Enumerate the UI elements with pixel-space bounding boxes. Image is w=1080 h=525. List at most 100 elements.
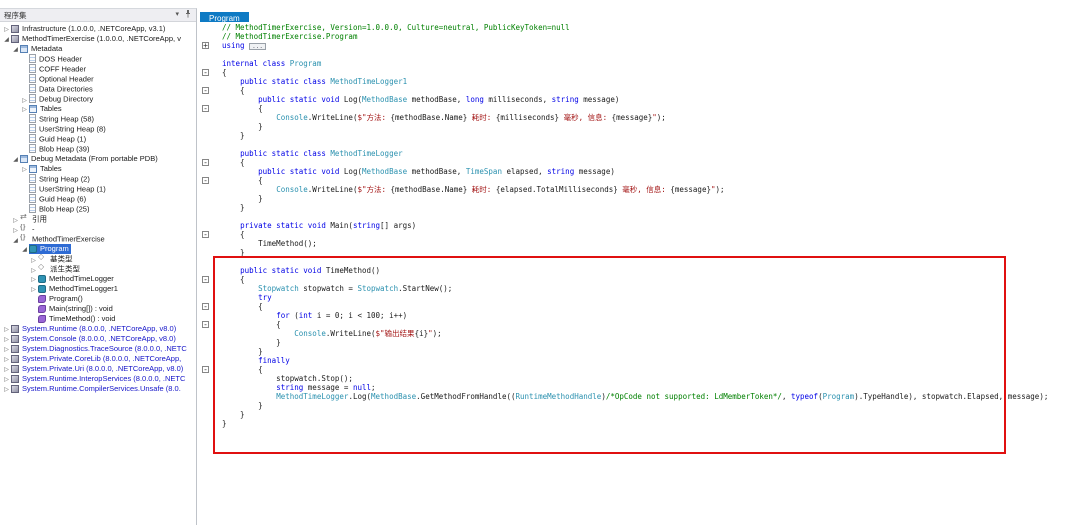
code-line[interactable]: // MethodTimerExercise, Version=1.0.0.0,…	[197, 23, 1080, 32]
code-line[interactable]	[197, 140, 1080, 149]
tree-item[interactable]: ◢Metadata	[0, 44, 196, 54]
code-line[interactable]: try	[197, 293, 1080, 302]
expand-icon[interactable]: ▷	[20, 105, 29, 114]
tree-item[interactable]: Guid Heap (1)	[0, 134, 196, 144]
tree-item[interactable]: ▷System.Private.Uri (8.0.0.0, .NETCoreAp…	[0, 364, 196, 374]
tree-item[interactable]: Guid Heap (6)	[0, 194, 196, 204]
code-line[interactable]: - {	[197, 320, 1080, 329]
expand-icon[interactable]: ▷	[29, 285, 38, 294]
code-line[interactable]: public static void Log(MethodBase method…	[197, 95, 1080, 104]
fold-collapse-icon[interactable]: -	[202, 69, 209, 76]
expand-icon[interactable]: ▷	[11, 216, 20, 225]
code-line[interactable]: - {	[197, 104, 1080, 113]
expand-icon[interactable]: ▷	[2, 25, 11, 34]
code-line[interactable]	[197, 257, 1080, 266]
tree-item[interactable]: ▷System.Diagnostics.TraceSource (8.0.0.0…	[0, 344, 196, 354]
collapse-icon[interactable]: ◢	[11, 236, 20, 245]
expand-icon[interactable]: ▷	[20, 96, 29, 105]
code-line[interactable]: - {	[197, 275, 1080, 284]
expand-icon[interactable]: ▷	[2, 345, 11, 354]
tree-item[interactable]: ◢MethodTimerExercise (1.0.0.0, .NETCoreA…	[0, 34, 196, 44]
tree-item[interactable]: ▷派生类型	[0, 264, 196, 274]
fold-collapse-icon[interactable]: -	[202, 159, 209, 166]
code-line[interactable]: +using ...	[197, 41, 1080, 50]
code-line[interactable]: }	[197, 338, 1080, 347]
collapse-icon[interactable]: ◢	[2, 35, 11, 44]
code-line[interactable]: }	[197, 248, 1080, 257]
tree-item[interactable]: ▷Debug Directory	[0, 94, 196, 104]
fold-expand-icon[interactable]: +	[202, 42, 209, 49]
tree-item[interactable]: Main(string[]) : void	[0, 304, 196, 314]
expand-icon[interactable]: ▷	[29, 266, 38, 275]
code-line[interactable]: MethodTimeLogger.Log(MethodBase.GetMetho…	[197, 392, 1080, 401]
fold-collapse-icon[interactable]: -	[202, 321, 209, 328]
code-line[interactable]	[197, 50, 1080, 59]
tree-item[interactable]: ▷System.Runtime.CompilerServices.Unsafe …	[0, 384, 196, 394]
expand-icon[interactable]: ▷	[29, 275, 38, 284]
fold-collapse-icon[interactable]: -	[202, 231, 209, 238]
tree-item[interactable]: ▷Tables	[0, 164, 196, 174]
tree-item[interactable]: ▷引用	[0, 214, 196, 224]
code-line[interactable]: }	[197, 194, 1080, 203]
tree-item[interactable]: ▷System.Private.CoreLib (8.0.0.0, .NETCo…	[0, 354, 196, 364]
collapsed-region-box[interactable]: ...	[249, 43, 266, 50]
tree-item[interactable]: TimeMethod() : void	[0, 314, 196, 324]
code-line[interactable]: stopwatch.Stop();	[197, 374, 1080, 383]
code-line[interactable]: - {	[197, 302, 1080, 311]
tree-item[interactable]: ◢Debug Metadata (From portable PDB)	[0, 154, 196, 164]
collapse-icon[interactable]: ◢	[20, 245, 29, 254]
code-line[interactable]: - {	[197, 230, 1080, 239]
tree-item[interactable]: ▷System.Console (8.0.0.0, .NETCoreApp, v…	[0, 334, 196, 344]
code-line[interactable]: -{	[197, 68, 1080, 77]
tree-item[interactable]: ▷Tables	[0, 104, 196, 114]
code-line[interactable]: public static class MethodTimeLogger	[197, 149, 1080, 158]
tree-item[interactable]: ▷MethodTimeLogger1	[0, 284, 196, 294]
code-line[interactable]: }	[197, 122, 1080, 131]
expand-icon[interactable]: ▷	[2, 375, 11, 384]
expand-icon[interactable]: ▷	[2, 325, 11, 334]
code-line[interactable]: - {	[197, 158, 1080, 167]
tree-item[interactable]: String Heap (58)	[0, 114, 196, 124]
code-line[interactable]: string message = null;	[197, 383, 1080, 392]
code-line[interactable]: }	[197, 203, 1080, 212]
tree-item[interactable]: UserString Heap (8)	[0, 124, 196, 134]
tree-item[interactable]: ▷System.Runtime (8.0.0.0, .NETCoreApp, v…	[0, 324, 196, 334]
expand-icon[interactable]: ▷	[20, 165, 29, 174]
code-line[interactable]: - {	[197, 176, 1080, 185]
fold-collapse-icon[interactable]: -	[202, 366, 209, 373]
code-line[interactable]: // MethodTimerExercise.Program	[197, 32, 1080, 41]
tree-item[interactable]: ▷System.Runtime.InteropServices (8.0.0.0…	[0, 374, 196, 384]
fold-collapse-icon[interactable]: -	[202, 303, 209, 310]
collapse-icon[interactable]: ◢	[11, 155, 20, 164]
code-line[interactable]: - {	[197, 365, 1080, 374]
code-line[interactable]: public static class MethodTimeLogger1	[197, 77, 1080, 86]
pin-icon[interactable]	[184, 10, 192, 21]
tree-item[interactable]: ▷-	[0, 224, 196, 234]
expand-icon[interactable]: ▷	[2, 355, 11, 364]
tree-item[interactable]: Blob Heap (39)	[0, 144, 196, 154]
code-line[interactable]: TimeMethod();	[197, 239, 1080, 248]
expand-icon[interactable]: ▷	[2, 335, 11, 344]
fold-collapse-icon[interactable]: -	[202, 177, 209, 184]
tree-item[interactable]: ▷MethodTimeLogger	[0, 274, 196, 284]
tree-item[interactable]: ◢MethodTimerExercise	[0, 234, 196, 244]
code-line[interactable]: }	[197, 131, 1080, 140]
code-line[interactable]: private static void Main(string[] args)	[197, 221, 1080, 230]
collapse-icon[interactable]: ◢	[11, 45, 20, 54]
code-line[interactable]: Console.WriteLine($"输出结果{i}");	[197, 329, 1080, 338]
expand-icon[interactable]: ▷	[2, 385, 11, 394]
code-line[interactable]: }	[197, 410, 1080, 419]
tree-item[interactable]: DOS Header	[0, 54, 196, 64]
tree-item[interactable]: ▷Infrastructure (1.0.0.0, .NETCoreApp, v…	[0, 24, 196, 34]
tree-item[interactable]: Program()	[0, 294, 196, 304]
code-line[interactable]: Console.WriteLine($"方法: {methodBase.Name…	[197, 185, 1080, 194]
code-line[interactable]: internal class Program	[197, 59, 1080, 68]
fold-collapse-icon[interactable]: -	[202, 87, 209, 94]
code-line[interactable]: }	[197, 347, 1080, 356]
code-line[interactable]: for (int i = 0; i < 100; i++)	[197, 311, 1080, 320]
fold-collapse-icon[interactable]: -	[202, 276, 209, 283]
code-editor[interactable]: // MethodTimerExercise, Version=1.0.0.0,…	[197, 22, 1080, 525]
chevron-down-icon[interactable]: ▾	[175, 11, 179, 19]
code-line[interactable]: finally	[197, 356, 1080, 365]
code-line[interactable]	[197, 212, 1080, 221]
